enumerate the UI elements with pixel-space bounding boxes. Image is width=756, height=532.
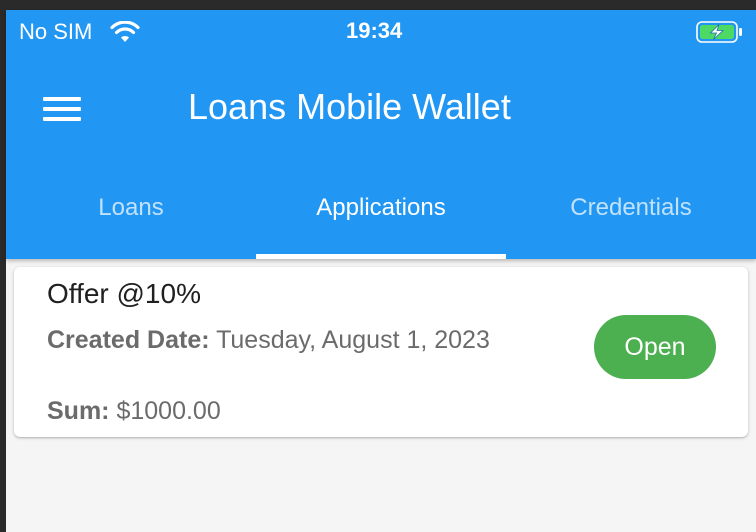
open-status-button[interactable]: Open [594, 315, 716, 379]
app-header: No SIM 19:34 Loans Mobile Wallet Loans A… [6, 10, 756, 259]
sum-line: Sum: $1000.00 [47, 394, 221, 428]
device-top-edge [0, 0, 756, 10]
sum-value: $1000.00 [116, 397, 221, 425]
tab-loans[interactable]: Loans [6, 190, 256, 259]
sum-label: Sum: [47, 397, 110, 425]
application-card[interactable]: Offer @10% Created Date: Tuesday, August… [14, 267, 748, 437]
page-title: Loans Mobile Wallet [188, 86, 511, 127]
created-date-value: Tuesday, August 1, 2023 [216, 326, 490, 354]
menu-icon[interactable] [43, 97, 81, 121]
tab-applications[interactable]: Applications [256, 190, 506, 259]
battery-charging-icon [696, 21, 742, 43]
offer-title: Offer @10% [47, 278, 201, 309]
carrier-label: No SIM [19, 19, 93, 44]
status-bar: No SIM 19:34 [6, 10, 756, 54]
status-clock: 19:34 [346, 18, 403, 43]
created-date-label: Created Date: [47, 326, 210, 354]
tab-credentials[interactable]: Credentials [506, 190, 756, 259]
wifi-icon [110, 21, 140, 42]
created-date-line: Created Date: Tuesday, August 1, 2023 [47, 323, 527, 357]
active-tab-indicator [256, 254, 506, 259]
